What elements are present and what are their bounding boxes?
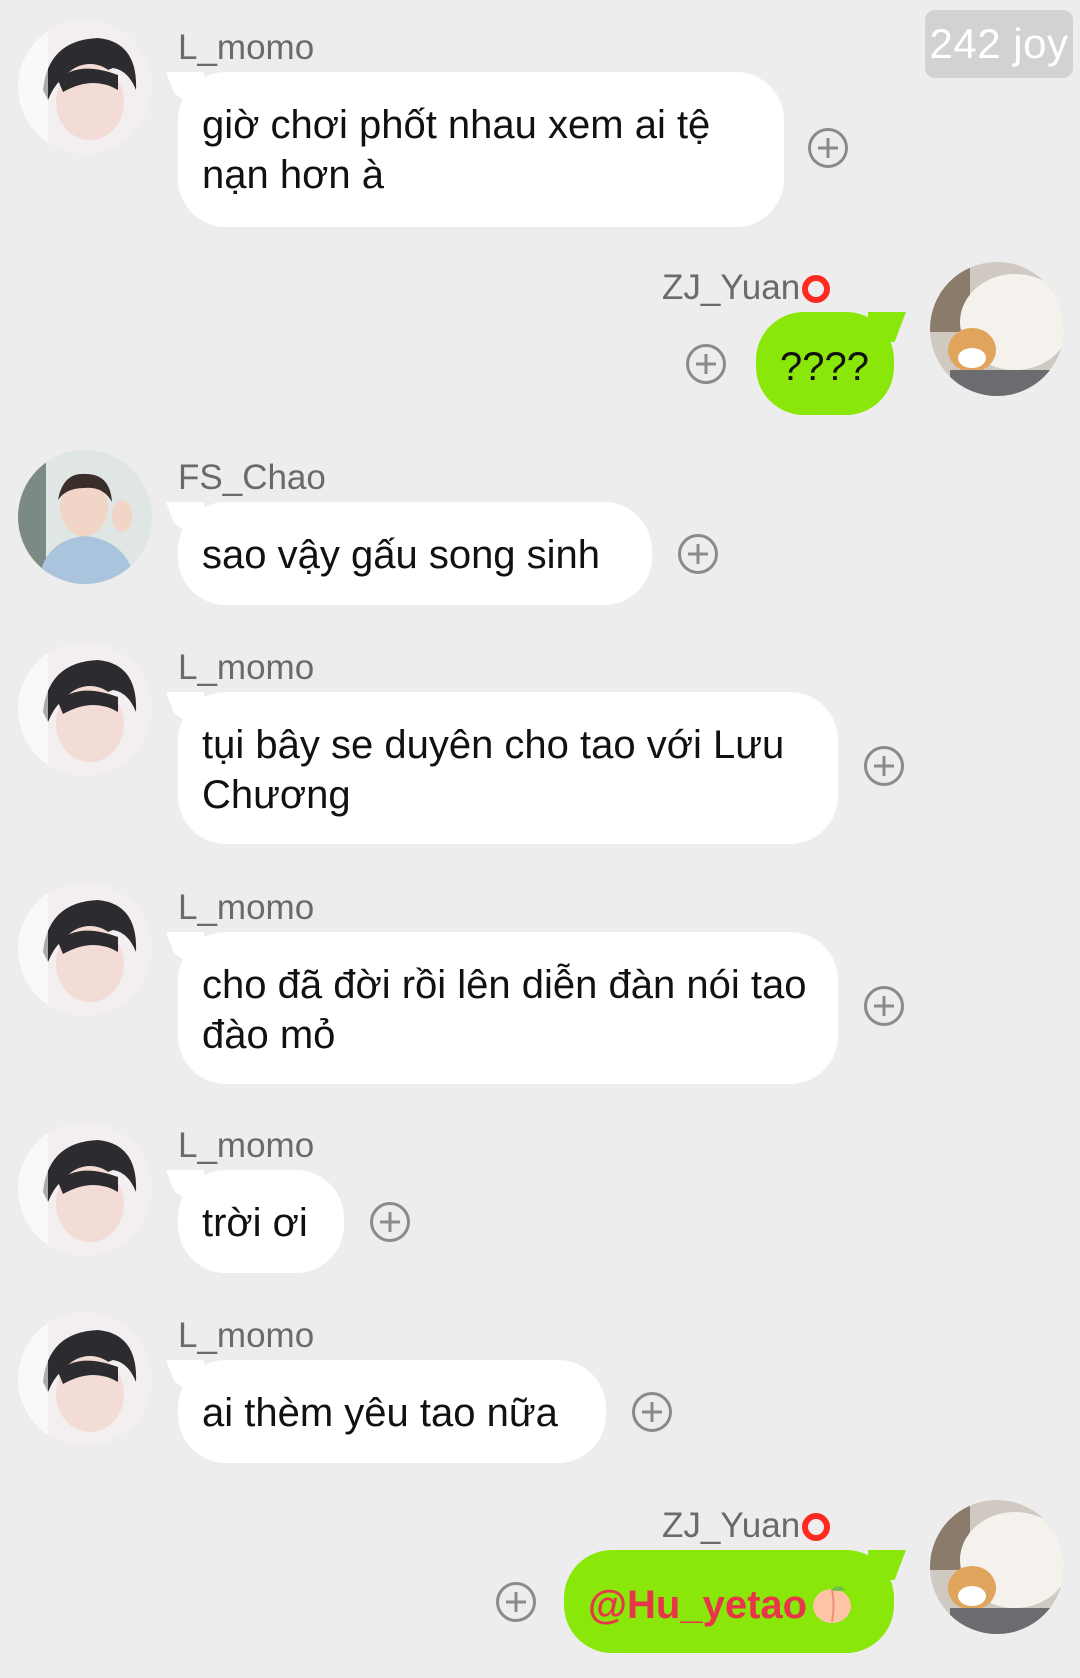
sender-name-text: ZJ_Yuan	[662, 1506, 801, 1545]
add-reaction-icon[interactable]	[370, 1202, 410, 1242]
cat-avatar-icon	[930, 1500, 1064, 1634]
boy-avatar-icon	[18, 1122, 152, 1256]
message-text: giờ chơi phốt nhau xem ai tệ nạn hơn à	[202, 103, 711, 197]
sender-name: L_momo	[178, 1126, 315, 1165]
sender-name: L_momo	[178, 888, 315, 927]
watermark: 242 joy	[925, 10, 1073, 78]
message-bubble[interactable]: tụi bây se duyên cho tao với Lưu Chương	[178, 692, 838, 844]
message-text: trời ơi	[202, 1201, 308, 1245]
red-ring-icon	[802, 275, 831, 303]
message-text: ????	[780, 345, 869, 389]
message-text: tụi bây se duyên cho tao với Lưu Chương	[202, 723, 785, 817]
sender-name: L_momo	[178, 28, 315, 67]
sender-name: FS_Chao	[178, 458, 326, 497]
avatar-l-momo[interactable]	[18, 20, 152, 154]
message-text: cho đã đời rồi lên diễn đàn nói tao đào …	[202, 963, 807, 1057]
avatar-zj-yuan[interactable]	[930, 262, 1064, 396]
avatar-l-momo[interactable]	[18, 642, 152, 776]
avatar-fs-chao[interactable]	[18, 450, 152, 584]
red-ring-icon	[802, 1513, 831, 1541]
boy-avatar-icon	[18, 882, 152, 1016]
cat-avatar-icon	[930, 262, 1064, 396]
sender-name: ZJ_Yuan	[662, 1506, 831, 1546]
add-reaction-icon[interactable]	[864, 986, 904, 1026]
add-reaction-icon[interactable]	[496, 1582, 536, 1622]
add-reaction-icon[interactable]	[686, 344, 726, 384]
boy-avatar-icon	[18, 1312, 152, 1446]
message-bubble[interactable]: ????	[756, 312, 894, 415]
message-bubble[interactable]: @Hu_yetao	[564, 1550, 894, 1653]
boy-avatar-icon	[18, 20, 152, 154]
message-text: sao vậy gấu song sinh	[202, 533, 601, 577]
avatar-l-momo[interactable]	[18, 1312, 152, 1446]
message-text: ai thèm yêu tao nữa	[202, 1391, 558, 1435]
message-bubble[interactable]: trời ơi	[178, 1170, 344, 1273]
add-reaction-icon[interactable]	[678, 534, 718, 574]
message-bubble[interactable]: cho đã đời rồi lên diễn đàn nói tao đào …	[178, 932, 838, 1084]
add-reaction-icon[interactable]	[808, 128, 848, 168]
message-bubble[interactable]: giờ chơi phốt nhau xem ai tệ nạn hơn à	[178, 72, 784, 227]
message-bubble[interactable]: ai thèm yêu tao nữa	[178, 1360, 606, 1463]
mention-text[interactable]: @Hu_yetao	[588, 1583, 807, 1627]
message-bubble[interactable]: sao vậy gấu song sinh	[178, 502, 652, 605]
boy-avatar-icon	[18, 642, 152, 776]
man-hoodie-avatar-icon	[18, 450, 152, 584]
sender-name: L_momo	[178, 1316, 315, 1355]
sender-name: L_momo	[178, 648, 315, 687]
peach-icon	[813, 1586, 852, 1623]
add-reaction-icon[interactable]	[632, 1392, 672, 1432]
sender-name: ZJ_Yuan	[662, 268, 831, 308]
add-reaction-icon[interactable]	[864, 746, 904, 786]
avatar-zj-yuan[interactable]	[930, 1500, 1064, 1634]
avatar-l-momo[interactable]	[18, 882, 152, 1016]
avatar-l-momo[interactable]	[18, 1122, 152, 1256]
sender-name-text: ZJ_Yuan	[662, 268, 801, 307]
